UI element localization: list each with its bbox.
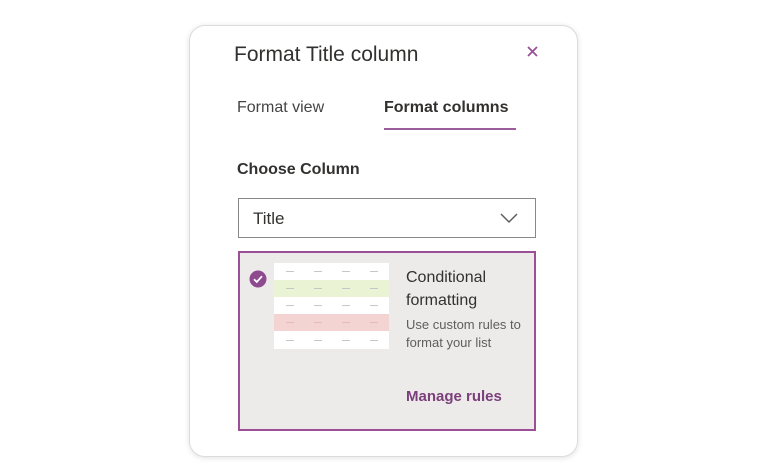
tab-format-columns[interactable]: Format columns (384, 99, 508, 117)
tab-format-view[interactable]: Format view (237, 99, 324, 117)
choose-column-dropdown[interactable]: Title (238, 198, 536, 238)
preview-row-highlight-red (274, 314, 389, 331)
active-tab-indicator (384, 128, 516, 130)
option-description: Use custom rules to format your list (406, 317, 521, 350)
chevron-down-icon (499, 211, 519, 225)
close-icon[interactable] (523, 42, 543, 62)
list-preview-thumbnail (274, 263, 389, 349)
preview-row (274, 263, 389, 280)
conditional-formatting-option[interactable]: Conditional formatting Use custom rules … (238, 251, 536, 431)
preview-row-highlight-green (274, 280, 389, 297)
choose-column-label: Choose Column (237, 161, 360, 178)
preview-row (274, 297, 389, 314)
preview-row (274, 332, 389, 349)
format-column-panel: Format Title column Format view Format c… (189, 25, 578, 457)
dropdown-selected-value: Title (253, 209, 285, 228)
checkmark-circle-icon (249, 270, 267, 288)
manage-rules-link[interactable]: Manage rules (406, 388, 502, 405)
panel-title: Format Title column (234, 43, 419, 66)
option-title: Conditional formatting (406, 269, 487, 309)
